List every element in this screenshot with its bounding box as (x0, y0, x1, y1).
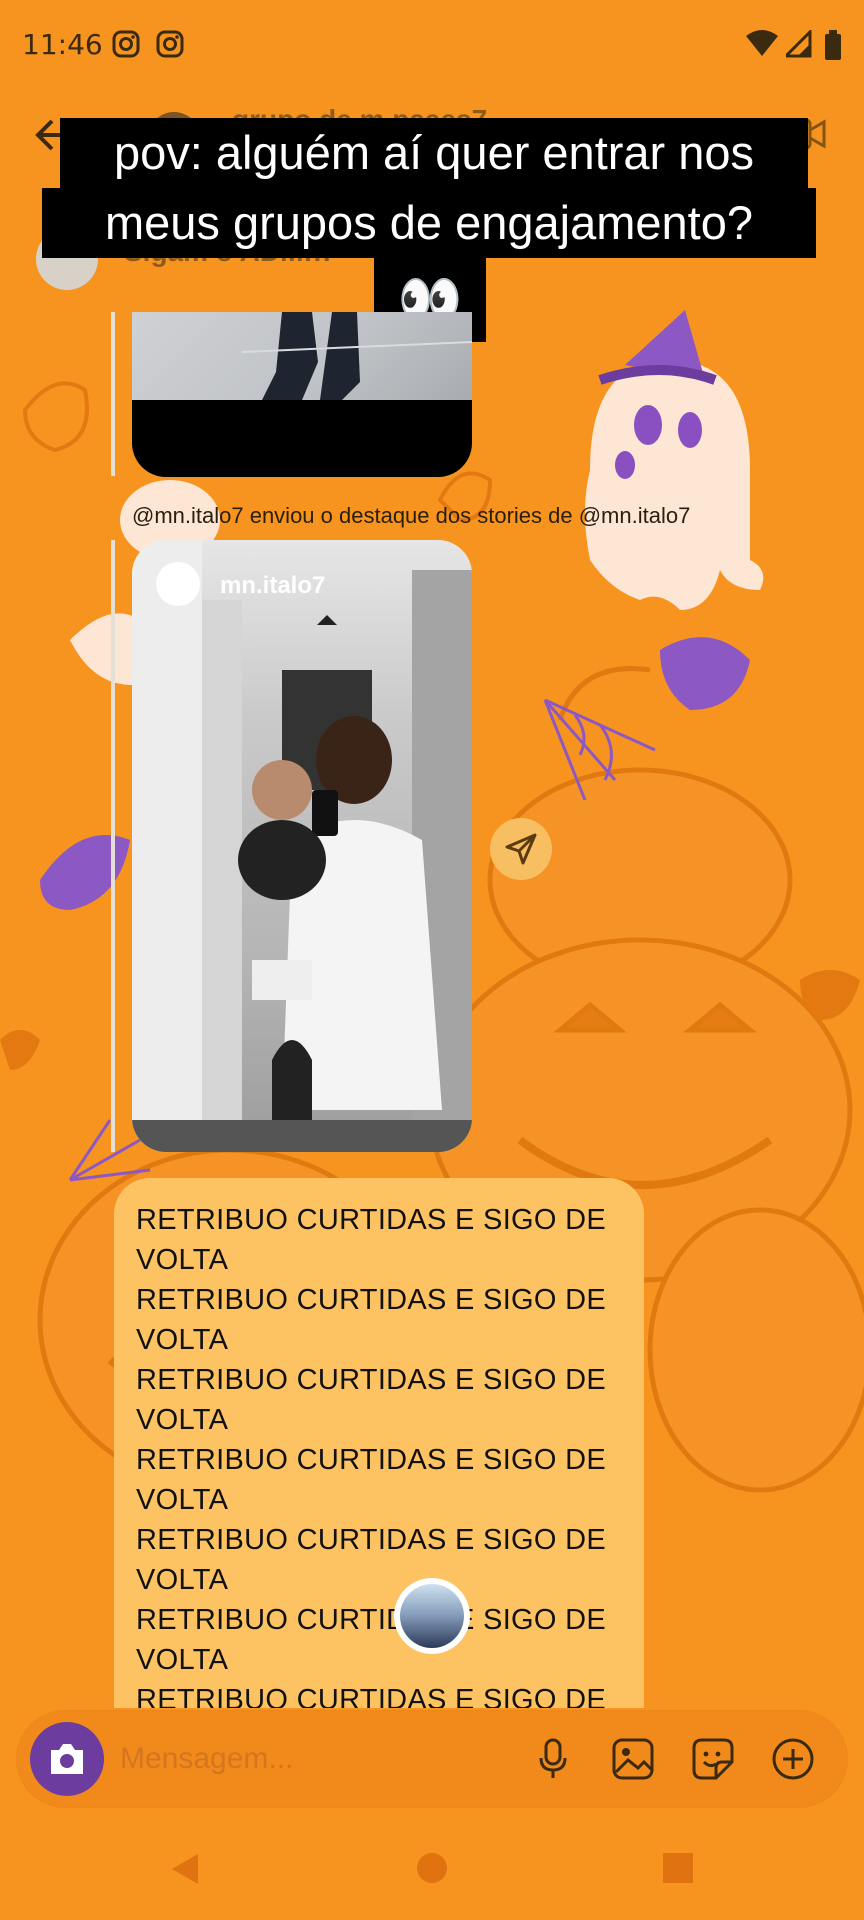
message-line: VOLTA (136, 1244, 229, 1276)
seen-by-photo (400, 1584, 464, 1648)
message-line: VOLTA (136, 1564, 229, 1596)
message-input[interactable] (120, 1732, 520, 1786)
message-composer (16, 1710, 848, 1808)
thread-rail (111, 540, 115, 1152)
message-line: VOLTA (136, 1324, 229, 1356)
message-line: VOLTA (136, 1484, 229, 1516)
story-author-avatar (156, 562, 200, 606)
message-line: RETRIBUO CURTIDAS E SIGO DE (136, 1284, 607, 1316)
back-triangle-icon[interactable] (168, 1852, 202, 1891)
sticker-icon[interactable] (690, 1736, 736, 1782)
message-line: VOLTA (136, 1644, 229, 1676)
home-circle-icon[interactable] (416, 1852, 448, 1889)
seen-by-avatar[interactable] (394, 1578, 470, 1654)
thread-rail (111, 312, 115, 476)
shared-media-preview[interactable] (132, 312, 472, 477)
message-line: RETRIBUO CURTIDAS E SIGO DE (136, 1604, 607, 1636)
message-line: RETRIBUO CURTIDAS E SIGO DE (136, 1524, 607, 1556)
system-navigation-bar (0, 1830, 864, 1920)
message-bubble[interactable]: RETRIBUO CURTIDAS E SIGO DE VOLTA RETRIB… (114, 1178, 644, 1708)
camera-button[interactable] (30, 1722, 104, 1796)
message-line: RETRIBUO CURTIDAS E SIGO DE (136, 1204, 607, 1236)
story-highlight-card[interactable]: mn.italo7 (132, 540, 472, 1152)
message-line: RETRIBUO CURTIDAS E SIGO DE (136, 1684, 607, 1708)
recents-square-icon[interactable] (662, 1852, 694, 1889)
message-line: RETRIBUO CURTIDAS E SIGO DE (136, 1444, 607, 1476)
caption-line-1: pov: alguém aí quer entrar nos (60, 118, 808, 188)
share-notice: @mn.italo7 enviou o destaque dos stories… (132, 503, 691, 528)
image-icon[interactable] (610, 1736, 656, 1782)
caption-line-2: meus grupos de engajamento? (42, 188, 816, 258)
legs-image (242, 312, 472, 400)
plus-circle-icon[interactable] (770, 1736, 816, 1782)
story-author-name[interactable]: mn.italo7 (220, 572, 325, 600)
story-photo (132, 540, 472, 1152)
message-line: RETRIBUO CURTIDAS E SIGO DE (136, 1364, 607, 1396)
message-line: VOLTA (136, 1404, 229, 1436)
forward-button[interactable] (490, 818, 552, 880)
microphone-icon[interactable] (530, 1736, 576, 1782)
camera-icon (51, 1744, 83, 1774)
send-icon (505, 833, 537, 865)
